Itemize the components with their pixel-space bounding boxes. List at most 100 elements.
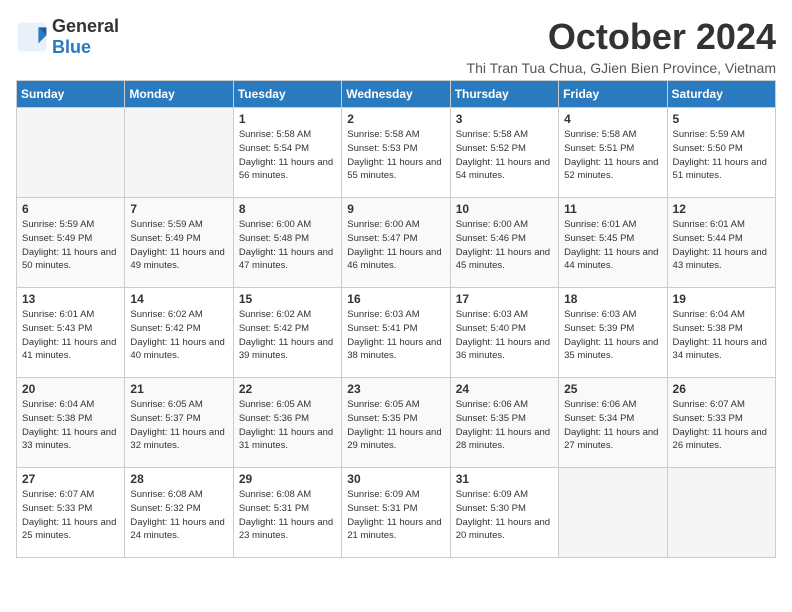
day-info: Sunrise: 6:06 AMSunset: 5:34 PMDaylight:…: [564, 398, 661, 453]
day-number: 5: [673, 112, 770, 126]
day-number: 1: [239, 112, 336, 126]
calendar-cell: 14 Sunrise: 6:02 AMSunset: 5:42 PMDayligh…: [125, 288, 233, 378]
calendar-cell: 30 Sunrise: 6:09 AMSunset: 5:31 PMDayligh…: [342, 468, 450, 558]
day-info: Sunrise: 5:59 AMSunset: 5:49 PMDaylight:…: [130, 218, 227, 273]
calendar-cell: [667, 468, 775, 558]
day-number: 4: [564, 112, 661, 126]
day-info: Sunrise: 6:03 AMSunset: 5:39 PMDaylight:…: [564, 308, 661, 363]
day-number: 3: [456, 112, 553, 126]
page-header: General Blue October 2024 Thi Tran Tua C…: [16, 16, 776, 76]
day-info: Sunrise: 6:01 AMSunset: 5:45 PMDaylight:…: [564, 218, 661, 273]
calendar-header-sunday: Sunday: [17, 81, 125, 108]
day-info: Sunrise: 6:08 AMSunset: 5:32 PMDaylight:…: [130, 488, 227, 543]
calendar-header-monday: Monday: [125, 81, 233, 108]
calendar-cell: [125, 108, 233, 198]
day-info: Sunrise: 6:04 AMSunset: 5:38 PMDaylight:…: [673, 308, 770, 363]
calendar-cell: 3 Sunrise: 5:58 AMSunset: 5:52 PMDaylight…: [450, 108, 558, 198]
calendar-cell: 11 Sunrise: 6:01 AMSunset: 5:45 PMDayligh…: [559, 198, 667, 288]
day-info: Sunrise: 6:03 AMSunset: 5:40 PMDaylight:…: [456, 308, 553, 363]
calendar-cell: 21 Sunrise: 6:05 AMSunset: 5:37 PMDayligh…: [125, 378, 233, 468]
calendar-cell: 2 Sunrise: 5:58 AMSunset: 5:53 PMDaylight…: [342, 108, 450, 198]
day-info: Sunrise: 6:01 AMSunset: 5:44 PMDaylight:…: [673, 218, 770, 273]
day-number: 15: [239, 292, 336, 306]
day-info: Sunrise: 5:58 AMSunset: 5:52 PMDaylight:…: [456, 128, 553, 183]
calendar-header-row: SundayMondayTuesdayWednesdayThursdayFrid…: [17, 81, 776, 108]
day-info: Sunrise: 6:00 AMSunset: 5:48 PMDaylight:…: [239, 218, 336, 273]
day-info: Sunrise: 5:59 AMSunset: 5:49 PMDaylight:…: [22, 218, 119, 273]
day-info: Sunrise: 6:06 AMSunset: 5:35 PMDaylight:…: [456, 398, 553, 453]
calendar-cell: 26 Sunrise: 6:07 AMSunset: 5:33 PMDayligh…: [667, 378, 775, 468]
calendar-table: SundayMondayTuesdayWednesdayThursdayFrid…: [16, 80, 776, 558]
day-number: 11: [564, 202, 661, 216]
day-number: 22: [239, 382, 336, 396]
day-info: Sunrise: 6:03 AMSunset: 5:41 PMDaylight:…: [347, 308, 444, 363]
calendar-week-5: 27Sunrise: 6:07 AMSunset: 5:33 PMDayligh…: [17, 468, 776, 558]
day-info: Sunrise: 6:07 AMSunset: 5:33 PMDaylight:…: [673, 398, 770, 453]
calendar-cell: 4Sunrise: 5:58 AMSunset: 5:51 PMDaylight…: [559, 108, 667, 198]
day-info: Sunrise: 6:09 AMSunset: 5:31 PMDaylight:…: [347, 488, 444, 543]
calendar-cell: 7Sunrise: 5:59 AMSunset: 5:49 PMDaylight…: [125, 198, 233, 288]
day-number: 21: [130, 382, 227, 396]
day-info: Sunrise: 6:07 AMSunset: 5:33 PMDaylight:…: [22, 488, 119, 543]
month-title: October 2024: [467, 16, 776, 58]
calendar-header-wednesday: Wednesday: [342, 81, 450, 108]
day-number: 13: [22, 292, 119, 306]
day-number: 23: [347, 382, 444, 396]
day-number: 10: [456, 202, 553, 216]
calendar-week-4: 20Sunrise: 6:04 AMSunset: 5:38 PMDayligh…: [17, 378, 776, 468]
calendar-header-saturday: Saturday: [667, 81, 775, 108]
day-info: Sunrise: 6:02 AMSunset: 5:42 PMDaylight:…: [239, 308, 336, 363]
day-number: 30: [347, 472, 444, 486]
logo: General Blue: [16, 16, 119, 58]
calendar-cell: [17, 108, 125, 198]
day-number: 12: [673, 202, 770, 216]
calendar-header-thursday: Thursday: [450, 81, 558, 108]
day-number: 17: [456, 292, 553, 306]
day-number: 6: [22, 202, 119, 216]
calendar-cell: 28 Sunrise: 6:08 AMSunset: 5:32 PMDayligh…: [125, 468, 233, 558]
day-info: Sunrise: 5:59 AMSunset: 5:50 PMDaylight:…: [673, 128, 770, 183]
day-number: 24: [456, 382, 553, 396]
calendar-cell: [559, 468, 667, 558]
calendar-cell: 22 Sunrise: 6:05 AMSunset: 5:36 PMDayligh…: [233, 378, 341, 468]
calendar-week-3: 13Sunrise: 6:01 AMSunset: 5:43 PMDayligh…: [17, 288, 776, 378]
calendar-cell: 5 Sunrise: 5:59 AMSunset: 5:50 PMDaylight…: [667, 108, 775, 198]
calendar-cell: 23 Sunrise: 6:05 AMSunset: 5:35 PMDayligh…: [342, 378, 450, 468]
calendar-cell: 20Sunrise: 6:04 AMSunset: 5:38 PMDayligh…: [17, 378, 125, 468]
calendar-cell: 8 Sunrise: 6:00 AMSunset: 5:48 PMDaylight…: [233, 198, 341, 288]
day-info: Sunrise: 6:00 AMSunset: 5:46 PMDaylight:…: [456, 218, 553, 273]
day-info: Sunrise: 6:08 AMSunset: 5:31 PMDaylight:…: [239, 488, 336, 543]
day-info: Sunrise: 6:05 AMSunset: 5:36 PMDaylight:…: [239, 398, 336, 453]
day-number: 26: [673, 382, 770, 396]
day-info: Sunrise: 5:58 AMSunset: 5:54 PMDaylight:…: [239, 128, 336, 183]
day-info: Sunrise: 6:02 AMSunset: 5:42 PMDaylight:…: [130, 308, 227, 363]
day-number: 16: [347, 292, 444, 306]
calendar-cell: 16 Sunrise: 6:03 AMSunset: 5:41 PMDayligh…: [342, 288, 450, 378]
calendar-cell: 24 Sunrise: 6:06 AMSunset: 5:35 PMDayligh…: [450, 378, 558, 468]
day-info: Sunrise: 6:05 AMSunset: 5:37 PMDaylight:…: [130, 398, 227, 453]
calendar-cell: 27Sunrise: 6:07 AMSunset: 5:33 PMDayligh…: [17, 468, 125, 558]
day-info: Sunrise: 6:00 AMSunset: 5:47 PMDaylight:…: [347, 218, 444, 273]
day-info: Sunrise: 6:05 AMSunset: 5:35 PMDaylight:…: [347, 398, 444, 453]
calendar-cell: 6 Sunrise: 5:59 AMSunset: 5:49 PMDaylight…: [17, 198, 125, 288]
calendar-week-2: 6 Sunrise: 5:59 AMSunset: 5:49 PMDaylight…: [17, 198, 776, 288]
day-number: 14: [130, 292, 227, 306]
calendar-cell: 1 Sunrise: 5:58 AMSunset: 5:54 PMDaylight…: [233, 108, 341, 198]
calendar-cell: 9 Sunrise: 6:00 AMSunset: 5:47 PMDaylight…: [342, 198, 450, 288]
day-number: 8: [239, 202, 336, 216]
calendar-cell: 12 Sunrise: 6:01 AMSunset: 5:44 PMDayligh…: [667, 198, 775, 288]
calendar-cell: 31Sunrise: 6:09 AMSunset: 5:30 PMDayligh…: [450, 468, 558, 558]
day-number: 28: [130, 472, 227, 486]
title-section: October 2024 Thi Tran Tua Chua, GJien Bi…: [467, 16, 776, 76]
calendar-cell: 10 Sunrise: 6:00 AMSunset: 5:46 PMDayligh…: [450, 198, 558, 288]
day-number: 9: [347, 202, 444, 216]
day-number: 2: [347, 112, 444, 126]
logo-icon: [16, 21, 48, 53]
day-number: 18: [564, 292, 661, 306]
calendar-week-1: 1 Sunrise: 5:58 AMSunset: 5:54 PMDaylight…: [17, 108, 776, 198]
calendar-header-friday: Friday: [559, 81, 667, 108]
day-info: Sunrise: 5:58 AMSunset: 5:53 PMDaylight:…: [347, 128, 444, 183]
calendar-cell: 25Sunrise: 6:06 AMSunset: 5:34 PMDayligh…: [559, 378, 667, 468]
day-number: 19: [673, 292, 770, 306]
calendar-cell: 13Sunrise: 6:01 AMSunset: 5:43 PMDayligh…: [17, 288, 125, 378]
